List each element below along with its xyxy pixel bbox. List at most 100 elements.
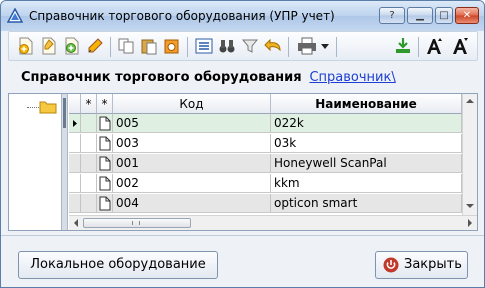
- paste-button[interactable]: [138, 35, 160, 57]
- footer-bar: Локальное оборудование Закрыть: [1, 235, 484, 287]
- copy-new-button[interactable]: [38, 35, 60, 57]
- page-title: Справочник торгового оборудования: [21, 70, 302, 85]
- power-icon: [383, 257, 399, 273]
- row-doc-cell: [97, 154, 113, 173]
- toolbar-separator: [336, 37, 337, 57]
- vertical-scrollbar[interactable]: [462, 94, 477, 215]
- table-row[interactable]: 001 Honeywell ScanPal: [69, 154, 462, 173]
- column-header-star1[interactable]: *: [81, 94, 97, 114]
- current-row-arrow-icon: [73, 120, 77, 127]
- row-doc-cell: [97, 174, 113, 193]
- scroll-right-icon[interactable]: [467, 219, 473, 227]
- filter-button[interactable]: [239, 35, 261, 57]
- copy-button[interactable]: [115, 35, 137, 57]
- font-increase-icon: [427, 38, 442, 54]
- paste-icon: [141, 39, 157, 55]
- splitter-handle[interactable]: [61, 94, 68, 230]
- section-header: Справочник торгового оборудования Справо…: [21, 70, 396, 85]
- toolbar-separator: [288, 37, 289, 57]
- column-header-code[interactable]: Код: [113, 94, 271, 114]
- scroll-up-icon[interactable]: [466, 98, 474, 104]
- row-star1-cell: [81, 114, 97, 133]
- document-icon: [99, 196, 111, 211]
- row-name-cell: Honeywell ScanPal: [271, 154, 462, 173]
- minimize-button[interactable]: ▁: [407, 7, 433, 24]
- copy-icon: [118, 38, 134, 54]
- content-panel: * * Код Наименование 005 022k 003 03k 00…: [8, 93, 478, 231]
- horizontal-scrollbar[interactable]: [69, 215, 477, 230]
- print-dropdown-icon: [321, 44, 329, 49]
- row-code-cell: 001: [113, 154, 271, 173]
- list-icon: [195, 38, 213, 54]
- toolbar-separator: [418, 37, 419, 57]
- font-decrease-button[interactable]: [450, 35, 472, 57]
- add-button[interactable]: [15, 35, 37, 57]
- row-doc-cell: [97, 194, 113, 213]
- maximize-icon: □: [439, 10, 449, 21]
- filter-icon: [241, 39, 259, 53]
- print-icon: [298, 37, 316, 55]
- document-icon: [99, 116, 111, 131]
- back-button[interactable]: [262, 35, 284, 57]
- data-grid: * * Код Наименование 005 022k 003 03k 00…: [69, 94, 477, 230]
- column-header-name[interactable]: Наименование: [271, 94, 462, 114]
- title-bar[interactable]: Справочник торгового оборудования (УПР у…: [1, 1, 484, 31]
- close-button[interactable]: Закрыть: [375, 251, 468, 279]
- splitter-grip: [63, 98, 66, 128]
- group-tree: [9, 94, 61, 230]
- row-name-cell: 03k: [271, 134, 462, 153]
- help-icon: ?: [389, 10, 395, 21]
- folder-icon[interactable]: [39, 100, 57, 114]
- export-button[interactable]: [392, 35, 414, 57]
- row-indicator: [69, 154, 81, 173]
- scroll-down-icon[interactable]: [466, 203, 474, 209]
- font-increase-button[interactable]: [424, 35, 446, 57]
- scroll-thumb[interactable]: [83, 218, 191, 228]
- toolbar-separator: [110, 37, 111, 57]
- document-icon: [99, 176, 111, 191]
- row-doc-cell: [97, 134, 113, 153]
- row-code-cell: 004: [113, 194, 271, 213]
- row-star1-cell: [81, 154, 97, 173]
- row-star1-cell: [81, 174, 97, 193]
- toolbar-separator: [187, 37, 188, 57]
- add-group-icon: [65, 37, 79, 55]
- print-dropdown-button[interactable]: [320, 35, 330, 57]
- table-row[interactable]: 002 kkm: [69, 174, 462, 193]
- print-button[interactable]: [294, 35, 320, 57]
- row-star1-cell: [81, 134, 97, 153]
- row-indicator: [69, 114, 81, 133]
- scroll-left-icon[interactable]: [73, 219, 79, 227]
- window-title: Справочник торгового оборудования (УПР у…: [29, 9, 335, 23]
- column-header-star2[interactable]: *: [97, 94, 113, 114]
- close-icon: ✕: [462, 10, 472, 21]
- row-name-cell: opticon smart: [271, 194, 462, 213]
- main-window: Справочник торгового оборудования (УПР у…: [0, 0, 485, 288]
- row-indicator: [69, 134, 81, 153]
- column-header-indicator: [69, 94, 81, 114]
- copy-new-icon: [42, 37, 56, 55]
- delete-icon: [164, 39, 179, 54]
- app-logo-icon: [7, 8, 23, 23]
- help-button[interactable]: ?: [379, 7, 405, 24]
- row-doc-cell: [97, 114, 113, 133]
- row-star1-cell: [81, 194, 97, 213]
- breadcrumb-link[interactable]: Справочник\: [309, 70, 395, 85]
- edit-button[interactable]: [84, 35, 106, 57]
- add-group-button[interactable]: [61, 35, 83, 57]
- document-icon: [99, 136, 111, 151]
- table-row[interactable]: 005 022k: [69, 114, 462, 133]
- table-row[interactable]: 003 03k: [69, 134, 462, 153]
- row-indicator: [69, 194, 81, 213]
- find-button[interactable]: [216, 35, 238, 57]
- edit-pencil-icon: [88, 38, 103, 53]
- font-decrease-icon: [453, 38, 468, 54]
- maximize-button[interactable]: □: [435, 7, 453, 24]
- table-row[interactable]: 004 opticon smart: [69, 194, 462, 213]
- export-icon: [396, 38, 410, 53]
- list-button[interactable]: [193, 35, 215, 57]
- row-name-cell: 022k: [271, 114, 462, 133]
- close-window-button[interactable]: ✕: [455, 7, 479, 24]
- local-equipment-button[interactable]: Локальное оборудование: [18, 251, 218, 279]
- delete-button[interactable]: [161, 35, 183, 57]
